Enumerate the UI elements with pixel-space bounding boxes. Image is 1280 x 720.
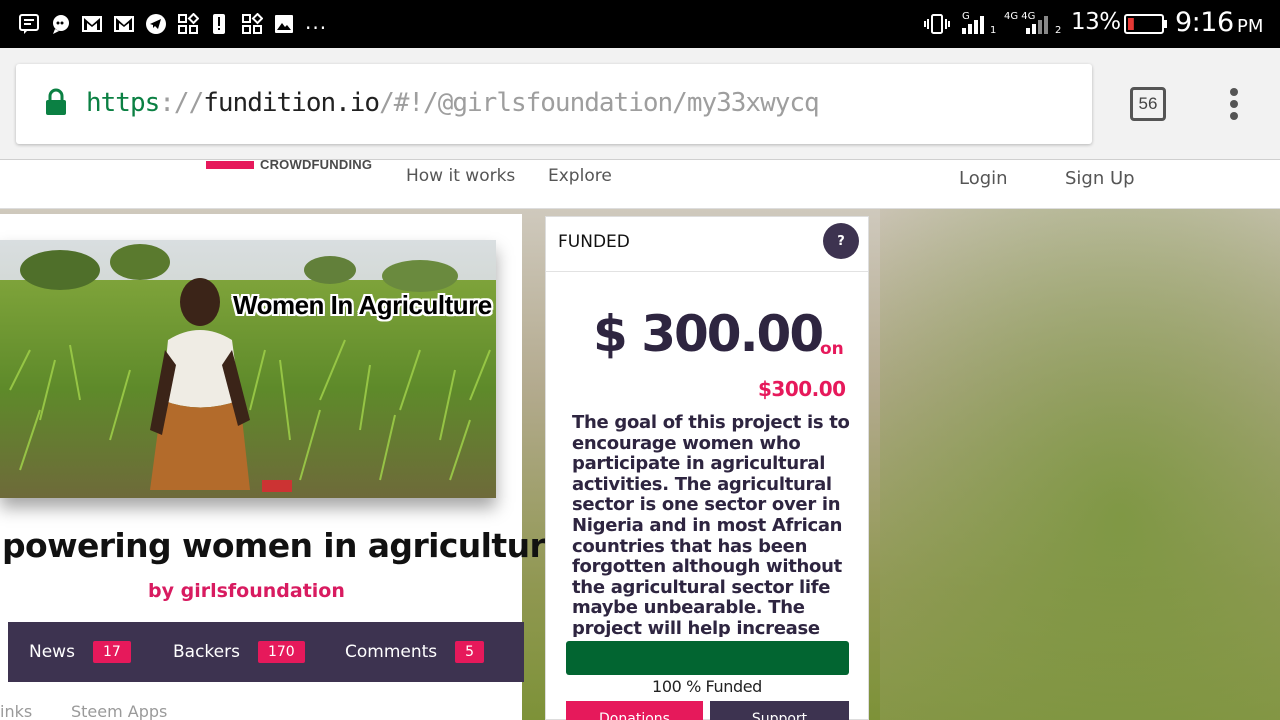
tab-backers-label: Backers <box>173 642 240 662</box>
tab-news-label: News <box>29 642 75 662</box>
signal-icon-2 <box>1024 12 1050 36</box>
project-image[interactable] <box>0 240 496 498</box>
tab-news[interactable]: News 17 <box>29 622 131 682</box>
signal-icon <box>960 12 986 36</box>
apps-icon <box>177 12 199 36</box>
url-scheme: https <box>86 88 160 118</box>
raised-on-label: on <box>820 339 844 359</box>
url-path: /#!/@girlsfoundation/my33xwycq <box>379 88 820 118</box>
url-host: fundition.io <box>203 88 380 118</box>
support-button[interactable]: Support <box>710 701 849 720</box>
funding-status: FUNDED <box>558 232 630 252</box>
funded-percent-label: 100 % Funded <box>652 677 762 696</box>
clock-ampm: PM <box>1237 16 1264 37</box>
url-text[interactable]: https://fundition.io/#!/@girlsfoundation… <box>86 86 820 120</box>
tab-backers-count: 170 <box>257 641 305 663</box>
gmail-icon <box>113 12 135 36</box>
tab-backers[interactable]: Backers 170 <box>173 622 305 682</box>
apps-icon <box>241 12 263 36</box>
project-image-caption: Women In Agriculture <box>233 290 492 320</box>
clock: 9:16 <box>1175 7 1234 38</box>
signup-link[interactable]: Sign Up <box>1065 168 1135 189</box>
address-bar[interactable]: https://fundition.io/#!/@girlsfoundation… <box>16 64 1092 144</box>
tab-news-count: 17 <box>92 641 131 663</box>
author-avatar <box>118 584 134 594</box>
project-tabs: News 17 Backers 170 Comments 5 Be <box>8 622 524 682</box>
funding-card: FUNDED ? $ 300.00 on $300.00 The goal of… <box>545 216 869 720</box>
tab-truncated-label: Be <box>523 642 524 662</box>
funding-header: FUNDED ? <box>546 217 868 272</box>
alert-icon <box>211 12 227 36</box>
message-icon <box>18 12 40 36</box>
tab-comments-count: 5 <box>455 641 485 663</box>
raised-amount: $ 300.00 <box>593 305 824 363</box>
image-icon <box>274 12 294 36</box>
tab-comments[interactable]: Comments 5 <box>345 622 485 682</box>
nav-how-it-works[interactable]: How it works <box>406 166 515 186</box>
sim-1-label: 1 <box>990 25 997 36</box>
links-tab[interactable]: inks <box>0 702 32 720</box>
help-button[interactable]: ? <box>823 223 859 259</box>
site-logo-text[interactable]: CROWDFUNDING <box>260 157 372 172</box>
lock-icon <box>45 88 67 116</box>
site-logo-mark[interactable] <box>206 161 254 169</box>
site-navigation: How it works Explore Login Sign Up <box>0 161 1280 209</box>
funding-progress-bar <box>566 641 849 675</box>
more-notifications: ... <box>305 10 328 34</box>
nav-explore[interactable]: Explore <box>548 166 612 186</box>
steem-apps-tab[interactable]: Steem Apps <box>71 702 167 720</box>
project-author[interactable]: by girlsfoundation <box>148 580 345 602</box>
gmail-icon <box>81 12 103 36</box>
project-description: The goal of this project is to encourage… <box>572 413 850 637</box>
donations-button[interactable]: Donations <box>566 701 703 720</box>
battery-icon <box>1124 12 1168 36</box>
sim-2-label: 2 <box>1055 25 1062 36</box>
project-title: powering women in agriculture <box>2 526 568 565</box>
vibrate-icon <box>924 12 950 36</box>
tab-comments-label: Comments <box>345 642 438 662</box>
chat-icon <box>50 12 72 36</box>
tab-switcher-button[interactable]: 56 <box>1130 87 1166 121</box>
telegram-icon <box>145 12 167 36</box>
goal-amount: $300.00 <box>758 377 846 401</box>
overflow-menu-icon[interactable] <box>1222 86 1246 122</box>
funding-progress-fill <box>566 641 849 675</box>
url-separator: :// <box>159 88 204 118</box>
browser-toolbar: https://fundition.io/#!/@girlsfoundation… <box>0 48 1280 160</box>
status-bar: ... G 1 4G 4G 2 13% 9:16 PM <box>0 0 1280 48</box>
tab-truncated[interactable]: Be <box>523 622 524 682</box>
battery-percent: 13% <box>1071 9 1121 35</box>
login-link[interactable]: Login <box>959 168 1008 189</box>
